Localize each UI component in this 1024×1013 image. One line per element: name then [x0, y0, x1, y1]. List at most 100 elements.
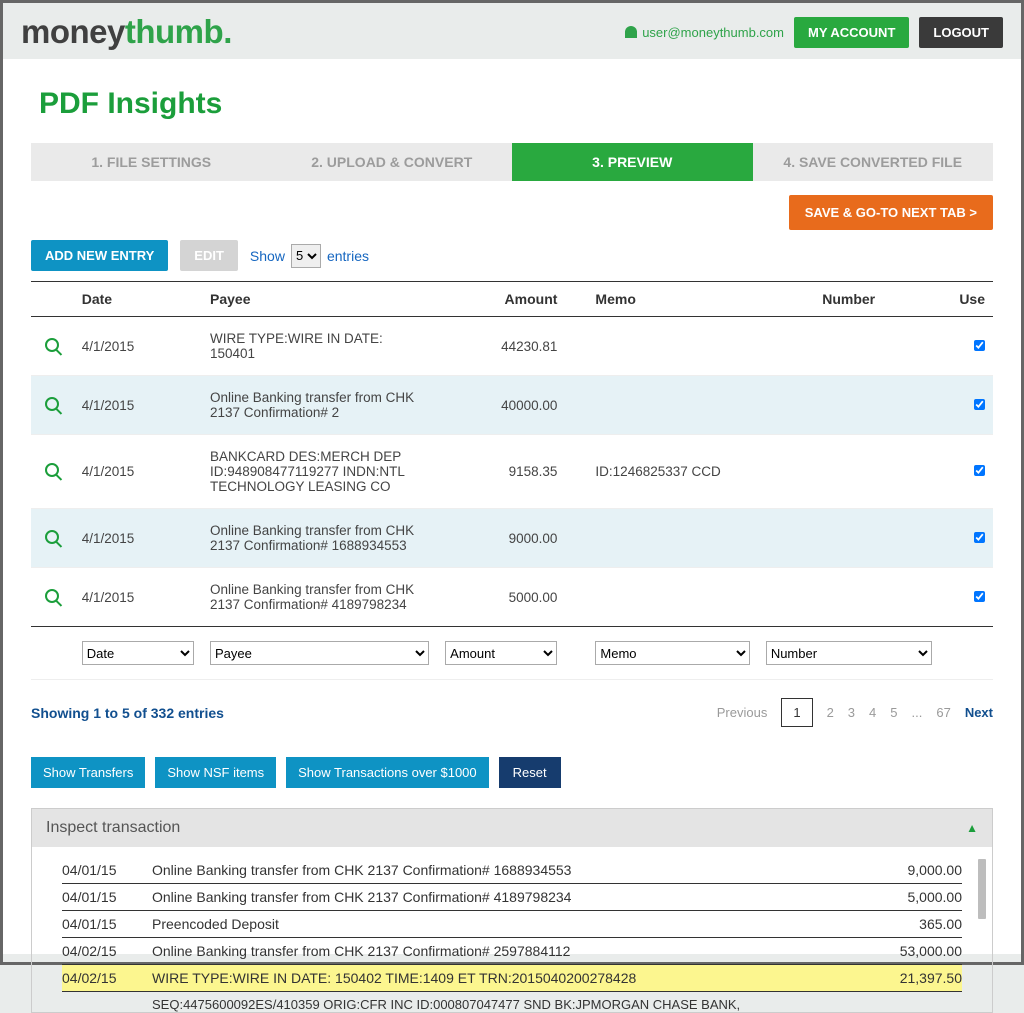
- cell-memo: [565, 568, 757, 627]
- tab-upload-convert[interactable]: 2. UPLOAD & CONVERT: [272, 143, 513, 181]
- filter-payee[interactable]: Payee: [210, 641, 429, 665]
- collapse-icon[interactable]: ▲: [966, 821, 978, 835]
- page-prev[interactable]: Previous: [717, 705, 768, 720]
- use-checkbox[interactable]: [974, 399, 985, 410]
- filter-date[interactable]: Date: [82, 641, 194, 665]
- cell-payee: WIRE TYPE:WIRE IN DATE: 150401: [202, 317, 437, 376]
- paging-info: Showing 1 to 5 of 332 entries: [31, 705, 224, 721]
- scrollbar-thumb[interactable]: [978, 859, 986, 919]
- quick-filters: Show Transfers Show NSF items Show Trans…: [31, 757, 993, 788]
- cell-date: 4/1/2015: [74, 376, 202, 435]
- page-1[interactable]: 1: [781, 698, 812, 727]
- col-payee[interactable]: Payee: [202, 282, 437, 317]
- table-row: 4/1/2015WIRE TYPE:WIRE IN DATE: 15040144…: [31, 317, 993, 376]
- app-header: moneythumb. user@moneythumb.com MY ACCOU…: [3, 3, 1021, 59]
- col-number[interactable]: Number: [758, 282, 940, 317]
- col-use[interactable]: Use: [940, 282, 993, 317]
- inspect-icon[interactable]: [45, 397, 59, 411]
- inspect-icon[interactable]: [45, 530, 59, 544]
- user-link[interactable]: user@moneythumb.com: [625, 25, 784, 40]
- save-next-button[interactable]: SAVE & GO-TO NEXT TAB >: [789, 195, 993, 230]
- use-checkbox[interactable]: [974, 591, 985, 602]
- inspect-header[interactable]: Inspect transaction ▲: [32, 809, 992, 847]
- logo: moneythumb.: [21, 13, 232, 51]
- inspect-row[interactable]: 04/01/15Preencoded Deposit365.00: [62, 911, 962, 938]
- use-checkbox[interactable]: [974, 465, 985, 476]
- col-memo[interactable]: Memo: [565, 282, 757, 317]
- user-icon: [625, 26, 637, 38]
- table-controls: ADD NEW ENTRY EDIT Show 5 entries: [31, 240, 993, 271]
- cell-amount: 44230.81: [437, 317, 565, 376]
- cell-payee: Online Banking transfer from CHK 2137 Co…: [202, 376, 437, 435]
- inspect-row[interactable]: 04/01/15Online Banking transfer from CHK…: [62, 857, 962, 884]
- inspect-icon[interactable]: [45, 463, 59, 477]
- page-4[interactable]: 4: [869, 705, 876, 720]
- cell-payee: Online Banking transfer from CHK 2137 Co…: [202, 509, 437, 568]
- page-5[interactable]: 5: [890, 705, 897, 720]
- cell-number: [758, 509, 940, 568]
- reset-button[interactable]: Reset: [499, 757, 561, 788]
- inspect-amount: 21,397.50: [872, 970, 962, 986]
- my-account-button[interactable]: MY ACCOUNT: [794, 17, 909, 48]
- show-over-1000-button[interactable]: Show Transactions over $1000: [286, 757, 489, 788]
- entries-select[interactable]: 5: [291, 244, 321, 268]
- table-row: 4/1/2015Online Banking transfer from CHK…: [31, 376, 993, 435]
- cell-memo: [565, 509, 757, 568]
- page-3[interactable]: 3: [848, 705, 855, 720]
- use-checkbox[interactable]: [974, 532, 985, 543]
- show-nsf-button[interactable]: Show NSF items: [155, 757, 276, 788]
- cell-payee: Online Banking transfer from CHK 2137 Co…: [202, 568, 437, 627]
- col-amount[interactable]: Amount: [437, 282, 565, 317]
- inspect-row[interactable]: 04/01/15Online Banking transfer from CHK…: [62, 884, 962, 911]
- inspect-desc: Online Banking transfer from CHK 2137 Co…: [152, 889, 872, 905]
- inspect-icon[interactable]: [45, 589, 59, 603]
- page-2[interactable]: 2: [827, 705, 834, 720]
- paging-controls: Previous 1 2 3 4 5 ... 67 Next: [717, 698, 993, 727]
- page-67[interactable]: 67: [936, 705, 950, 720]
- edit-button[interactable]: EDIT: [180, 240, 238, 271]
- inspect-row[interactable]: 04/02/15Online Banking transfer from CHK…: [62, 938, 962, 965]
- cell-number: [758, 376, 940, 435]
- inspect-desc: Preencoded Deposit: [152, 916, 872, 932]
- cell-amount: 40000.00: [437, 376, 565, 435]
- page-ellipsis: ...: [912, 705, 923, 720]
- cell-amount: 9000.00: [437, 509, 565, 568]
- logo-part1: money: [21, 13, 125, 50]
- page-body: PDF Insights 1. FILE SETTINGS 2. UPLOAD …: [3, 59, 1021, 954]
- inspect-body: 04/01/15Online Banking transfer from CHK…: [32, 847, 992, 1012]
- page-title: PDF Insights: [39, 87, 993, 121]
- inspect-title: Inspect transaction: [46, 819, 180, 837]
- cell-date: 4/1/2015: [74, 509, 202, 568]
- inspect-amount: 5,000.00: [872, 889, 962, 905]
- pagination: Showing 1 to 5 of 332 entries Previous 1…: [31, 698, 993, 727]
- filter-memo[interactable]: Memo: [595, 641, 749, 665]
- filter-number[interactable]: Number: [766, 641, 932, 665]
- cell-payee: BANKCARD DES:MERCH DEP ID:94890847711927…: [202, 435, 437, 509]
- inspect-date: 04/02/15: [62, 970, 152, 986]
- cell-date: 4/1/2015: [74, 317, 202, 376]
- toolbar: SAVE & GO-TO NEXT TAB >: [31, 181, 993, 240]
- user-email: user@moneythumb.com: [642, 25, 784, 40]
- transactions-table: Date Payee Amount Memo Number Use 4/1/20…: [31, 281, 993, 680]
- cell-date: 4/1/2015: [74, 435, 202, 509]
- inspect-amount: 53,000.00: [872, 943, 962, 959]
- inspect-amount: 9,000.00: [872, 862, 962, 878]
- add-entry-button[interactable]: ADD NEW ENTRY: [31, 240, 168, 271]
- inspect-continuation: SEQ:4475600092ES/410359 ORIG:CFR INC ID:…: [62, 992, 962, 1012]
- wizard-tabs: 1. FILE SETTINGS 2. UPLOAD & CONVERT 3. …: [31, 143, 993, 181]
- table-row: 4/1/2015Online Banking transfer from CHK…: [31, 568, 993, 627]
- inspect-row[interactable]: 04/02/15WIRE TYPE:WIRE IN DATE: 150402 T…: [62, 965, 962, 992]
- entries-selector: Show 5 entries: [250, 244, 369, 268]
- use-checkbox[interactable]: [974, 340, 985, 351]
- inspect-amount: 365.00: [872, 916, 962, 932]
- col-date[interactable]: Date: [74, 282, 202, 317]
- show-transfers-button[interactable]: Show Transfers: [31, 757, 145, 788]
- page-next[interactable]: Next: [965, 705, 993, 720]
- tab-save-file[interactable]: 4. SAVE CONVERTED FILE: [753, 143, 994, 181]
- tab-preview[interactable]: 3. PREVIEW: [512, 143, 753, 181]
- filter-amount[interactable]: Amount: [445, 641, 557, 665]
- inspect-icon[interactable]: [45, 338, 59, 352]
- tab-file-settings[interactable]: 1. FILE SETTINGS: [31, 143, 272, 181]
- table-row: 4/1/2015BANKCARD DES:MERCH DEP ID:948908…: [31, 435, 993, 509]
- logout-button[interactable]: LOGOUT: [919, 17, 1003, 48]
